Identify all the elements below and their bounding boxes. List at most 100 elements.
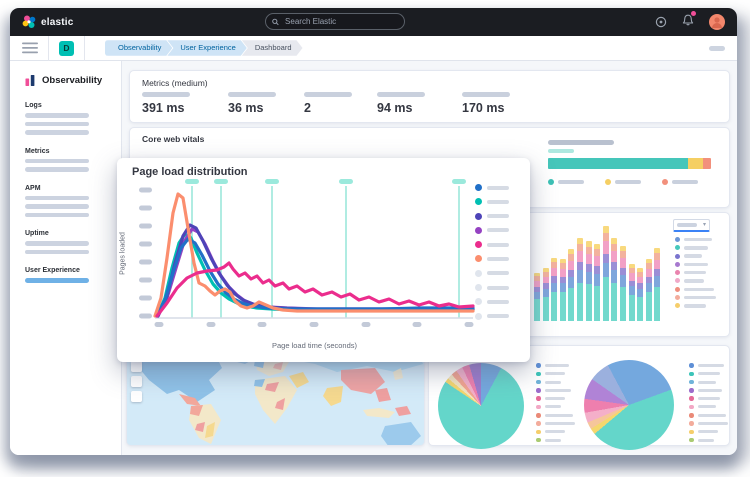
legend-label-skeleton bbox=[545, 405, 561, 408]
chevron-down-icon: ▾ bbox=[703, 222, 706, 228]
bar-segment bbox=[586, 264, 592, 272]
legend-label-skeleton bbox=[698, 389, 722, 392]
sidebar-item-user-experience[interactable]: User Experience bbox=[25, 267, 107, 283]
x-tick-skeleton bbox=[207, 322, 216, 327]
legend-dot bbox=[475, 241, 482, 248]
legend-dot bbox=[689, 405, 694, 410]
bar-column[interactable] bbox=[611, 238, 617, 321]
legend-item bbox=[689, 380, 728, 385]
bar-column[interactable] bbox=[534, 273, 540, 321]
legend-dot bbox=[475, 213, 482, 220]
legend-dot bbox=[675, 303, 680, 308]
legend-item bbox=[675, 278, 716, 283]
map-zoom-out-button[interactable] bbox=[131, 376, 142, 387]
user-avatar[interactable] bbox=[709, 14, 725, 30]
menu-hamburger-icon[interactable] bbox=[22, 42, 38, 54]
bar-segment bbox=[646, 269, 652, 277]
bar-column[interactable] bbox=[629, 264, 635, 321]
y-tick-skeleton bbox=[139, 278, 152, 283]
bar-column[interactable] bbox=[568, 249, 574, 321]
gridline-cap bbox=[452, 179, 466, 184]
bar-segment bbox=[603, 263, 609, 277]
x-axis-label: Page load time (seconds) bbox=[157, 341, 472, 350]
legend-dot bbox=[689, 421, 694, 426]
bar-segment bbox=[611, 270, 617, 282]
pie-chart-left[interactable] bbox=[438, 363, 524, 449]
help-icon[interactable] bbox=[655, 16, 667, 28]
bar-column[interactable] bbox=[654, 248, 660, 321]
legend-dot bbox=[536, 413, 541, 418]
bar-column[interactable] bbox=[594, 244, 600, 321]
legend-dot bbox=[475, 227, 482, 234]
skeleton-line bbox=[25, 159, 89, 164]
divider bbox=[84, 36, 85, 61]
breadcrumb-item-user-experience[interactable]: User Experience bbox=[167, 40, 246, 56]
breadcrumb-item-dashboard[interactable]: Dashboard bbox=[242, 40, 303, 56]
global-search[interactable] bbox=[265, 13, 405, 30]
search-icon bbox=[272, 18, 279, 26]
legend-dot bbox=[475, 270, 482, 277]
breadcrumb-item-observability[interactable]: Observability bbox=[105, 40, 172, 56]
legend-item bbox=[675, 287, 716, 292]
legend-item bbox=[475, 312, 509, 321]
y-tick-skeleton bbox=[139, 188, 152, 193]
legend-item bbox=[475, 212, 509, 221]
cwv-legend bbox=[548, 179, 713, 185]
legend-item bbox=[475, 197, 509, 206]
page-load-distribution-chart[interactable] bbox=[117, 158, 530, 362]
bar-column[interactable] bbox=[560, 259, 566, 321]
sidebar-item-apm[interactable]: APM bbox=[25, 185, 107, 218]
bar-segment bbox=[646, 283, 652, 292]
sidebar-item-metrics[interactable]: Metrics bbox=[25, 148, 107, 172]
x-tick-skeleton bbox=[362, 322, 371, 327]
legend-label-skeleton bbox=[487, 200, 509, 204]
bar-segment bbox=[603, 241, 609, 253]
space-badge[interactable]: D bbox=[59, 41, 74, 56]
skeleton-line bbox=[25, 113, 89, 118]
pie-chart-right[interactable] bbox=[584, 360, 674, 450]
legend-dot bbox=[536, 430, 541, 435]
y-tick-skeleton bbox=[139, 260, 152, 265]
legend-label-skeleton bbox=[615, 180, 641, 184]
bar-column[interactable] bbox=[620, 246, 626, 321]
bar-column[interactable] bbox=[637, 268, 643, 321]
sidebar-header: Observability bbox=[25, 75, 107, 86]
legend-label-skeleton bbox=[487, 214, 509, 218]
bar-segment bbox=[594, 249, 600, 256]
bar-segment bbox=[568, 261, 574, 270]
elastic-logo[interactable]: elastic bbox=[22, 15, 74, 29]
bar-column[interactable] bbox=[577, 238, 583, 321]
legend-label-skeleton bbox=[487, 243, 509, 247]
bar-segment bbox=[637, 297, 643, 321]
bar-column[interactable] bbox=[646, 259, 652, 321]
legend-dot bbox=[475, 313, 482, 320]
bar-column[interactable] bbox=[586, 241, 592, 321]
bar-column[interactable] bbox=[551, 258, 557, 321]
metric-value: 94 ms bbox=[377, 101, 425, 115]
bar-column[interactable] bbox=[603, 226, 609, 321]
map-expand-button[interactable] bbox=[131, 391, 142, 402]
x-tick-skeleton bbox=[413, 322, 422, 327]
sidebar-nav: Logs Metrics APM Uptime User Experience bbox=[25, 102, 107, 283]
legend-label-skeleton bbox=[558, 180, 584, 184]
metrics-panel: Metrics (medium) 391 ms36 ms294 ms170 ms bbox=[129, 70, 730, 123]
legend-item bbox=[548, 179, 584, 185]
metric-label-skeleton bbox=[304, 92, 352, 97]
metric-column: 170 ms bbox=[462, 92, 510, 115]
legend-label-skeleton bbox=[698, 422, 728, 425]
legend-label-skeleton bbox=[684, 288, 714, 292]
bar-segment bbox=[611, 262, 617, 270]
sidebar-item-uptime[interactable]: Uptime bbox=[25, 230, 107, 254]
bar-column[interactable] bbox=[543, 268, 549, 321]
legend-item bbox=[475, 297, 509, 306]
bar-segment bbox=[568, 288, 574, 321]
notifications-button[interactable] bbox=[682, 13, 694, 31]
top-header-bar: elastic bbox=[10, 8, 737, 36]
map-zoom-in-button[interactable] bbox=[131, 361, 142, 372]
sidebar-item-logs[interactable]: Logs bbox=[25, 102, 107, 135]
legend-dot bbox=[675, 270, 680, 275]
chart-filter-dropdown[interactable]: ▾ bbox=[673, 219, 710, 232]
legend-dot bbox=[675, 278, 680, 283]
gridline-cap bbox=[265, 179, 279, 184]
search-input[interactable] bbox=[283, 16, 398, 27]
